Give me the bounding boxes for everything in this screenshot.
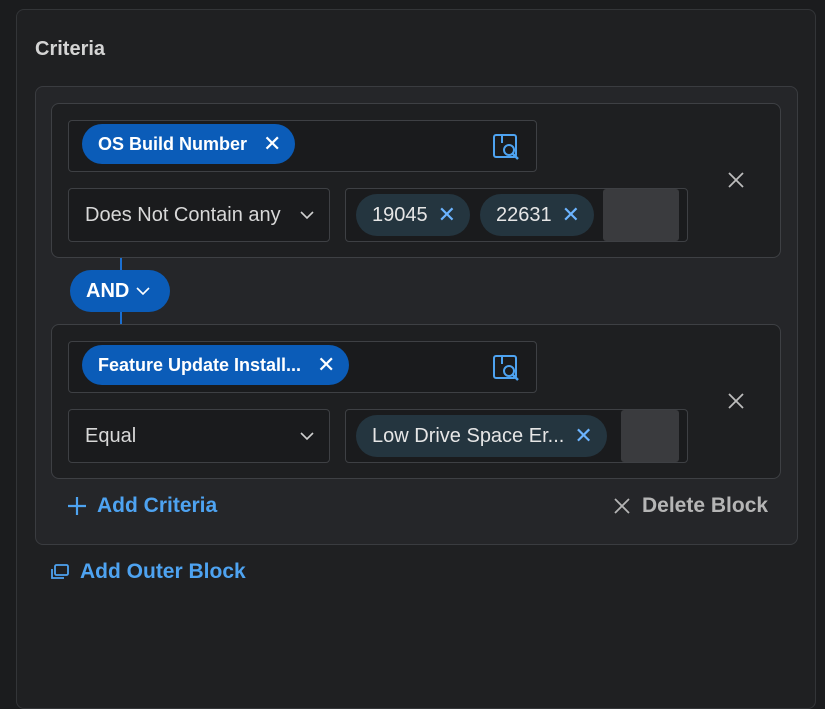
field-selector-1[interactable]: OS Build Number ✕ — [68, 120, 537, 172]
value-text-input[interactable] — [621, 410, 679, 462]
value-chip: 22631 ✕ — [480, 194, 595, 236]
chevron-down-icon — [136, 287, 150, 296]
value-input-1[interactable]: 19045 ✕ 22631 ✕ — [345, 188, 688, 242]
add-block-icon — [51, 564, 69, 579]
field-chip-label: Feature Update Install... — [98, 354, 302, 375]
close-icon[interactable] — [726, 170, 746, 190]
remove-chip-icon[interactable]: ✕ — [574, 423, 592, 449]
add-criteria-button[interactable]: Add Criteria — [66, 494, 217, 518]
connector-line — [120, 310, 122, 324]
chevron-down-icon — [300, 211, 314, 220]
value-chip-label: 22631 — [496, 203, 552, 226]
value-chip-label: Low Drive Space Er... — [372, 424, 565, 447]
operator-label: Does Not Contain any — [85, 203, 281, 226]
field-picker-icon[interactable] — [492, 133, 520, 161]
add-outer-block-button[interactable]: Add Outer Block — [50, 560, 246, 584]
delete-block-label: Delete Block — [642, 494, 769, 517]
logic-operator-button[interactable]: AND — [70, 270, 170, 312]
remove-chip-icon[interactable]: ✕ — [438, 202, 456, 228]
add-criteria-label: Add Criteria — [97, 494, 218, 517]
add-outer-block-label: Add Outer Block — [80, 560, 246, 583]
operator-label: Equal — [85, 424, 137, 447]
plus-icon — [68, 497, 86, 515]
close-icon — [614, 498, 630, 514]
remove-chip-icon[interactable]: ✕ — [317, 352, 335, 378]
remove-chip-icon[interactable]: ✕ — [562, 202, 580, 228]
chevron-down-icon — [300, 432, 314, 441]
delete-block-button[interactable]: Delete Block — [613, 494, 768, 518]
field-chip-label: OS Build Number — [98, 133, 248, 154]
value-chip-label: 19045 — [372, 203, 428, 226]
field-selector-2[interactable]: Feature Update Install... ✕ — [68, 341, 537, 393]
close-icon[interactable] — [726, 391, 746, 411]
value-text-input[interactable] — [603, 189, 679, 241]
value-input-2[interactable]: Low Drive Space Er... ✕ — [345, 409, 688, 463]
field-chip: OS Build Number ✕ — [82, 124, 296, 164]
operator-select-1[interactable]: Does Not Contain any — [68, 188, 330, 242]
panel-title: Criteria — [35, 38, 106, 60]
value-chip: Low Drive Space Er... ✕ — [356, 415, 607, 457]
logic-operator-label: AND — [86, 279, 130, 302]
operator-select-2[interactable]: Equal — [68, 409, 330, 463]
remove-chip-icon[interactable]: ✕ — [263, 131, 281, 157]
field-chip: Feature Update Install... ✕ — [82, 345, 350, 385]
field-picker-icon[interactable] — [492, 354, 520, 382]
value-chip: 19045 ✕ — [356, 194, 471, 236]
